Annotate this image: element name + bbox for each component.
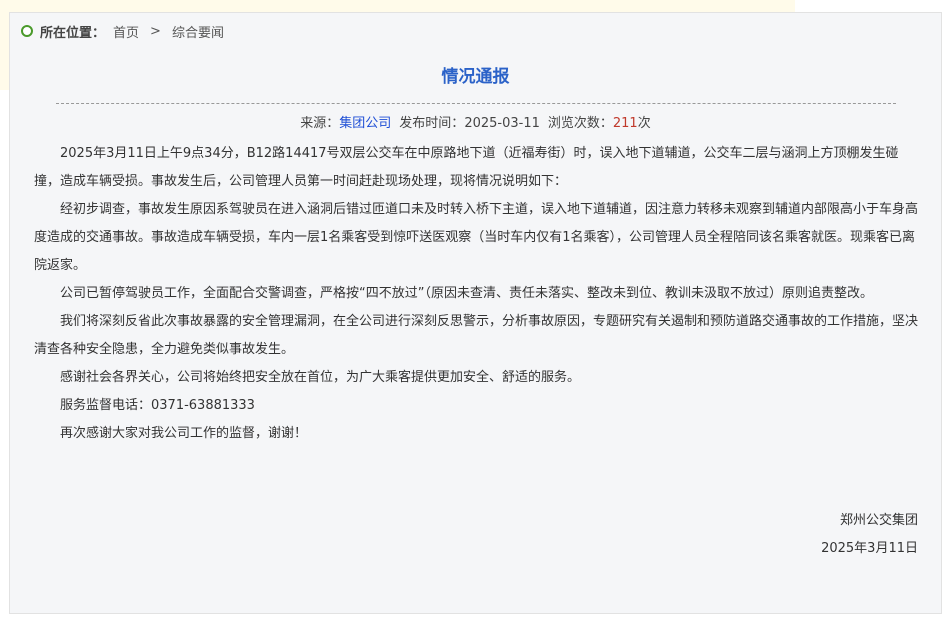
view-count: 211 [612, 116, 638, 131]
publish-date: 2025-03-11 [464, 116, 540, 131]
service-phone: 服务监督电话：0371-63881333 [60, 398, 255, 413]
title-divider [56, 103, 896, 104]
article-panel: 所在位置： 首页 > 综合要闻 情况通报 来源：集团公司 发布时间：2025-03… [9, 12, 942, 614]
article-paragraph: 我们将深刻反省此次事故暴露的安全管理漏洞，在全公司进行深刻反思警示，分析事故原因… [34, 314, 919, 357]
article-paragraph: 再次感谢大家对我公司工作的监督，谢谢！ [60, 426, 308, 441]
article-paragraph: 公司已暂停驾驶员工作，全面配合交警调查，严格按“四不放过”（原因未查清、责任未落… [60, 286, 873, 301]
signature-date: 2025年3月11日 [821, 541, 918, 556]
article-paragraph: 经初步调查，事故发生原因系驾驶员在进入涵洞后错过匝道口未及时转入桥下主道，误入地… [34, 202, 919, 273]
source-link[interactable]: 集团公司 [339, 116, 391, 131]
article-paragraph: 2025年3月11日上午9点34分，B12路14417号双层公交车在中原路地下道… [34, 146, 899, 189]
breadcrumb-separator: > [150, 23, 161, 39]
article-paragraph: 感谢社会各界关心，公司将始终把安全放在首位，为广大乘客提供更加安全、舒适的服务。 [60, 370, 581, 385]
date-label: 发布时间： [399, 116, 465, 131]
article-body: 2025年3月11日上午9点34分，B12路14417号双层公交车在中原路地下道… [34, 140, 919, 448]
article-title: 情况通报 [441, 67, 510, 87]
article-meta: 来源：集团公司 发布时间：2025-03-11 浏览次数：211次 [10, 112, 941, 131]
views-unit: 次 [637, 116, 651, 131]
breadcrumb: 所在位置： 首页 > 综合要闻 [21, 22, 224, 41]
breadcrumb-home-link[interactable]: 首页 [113, 22, 139, 41]
views-label: 浏览次数： [547, 116, 613, 131]
breadcrumb-label: 所在位置： [40, 25, 106, 41]
breadcrumb-news-link[interactable]: 综合要闻 [172, 22, 224, 41]
source-label: 来源： [300, 116, 340, 131]
location-icon [21, 25, 33, 37]
signature-org: 郑州公交集团 [839, 513, 918, 528]
